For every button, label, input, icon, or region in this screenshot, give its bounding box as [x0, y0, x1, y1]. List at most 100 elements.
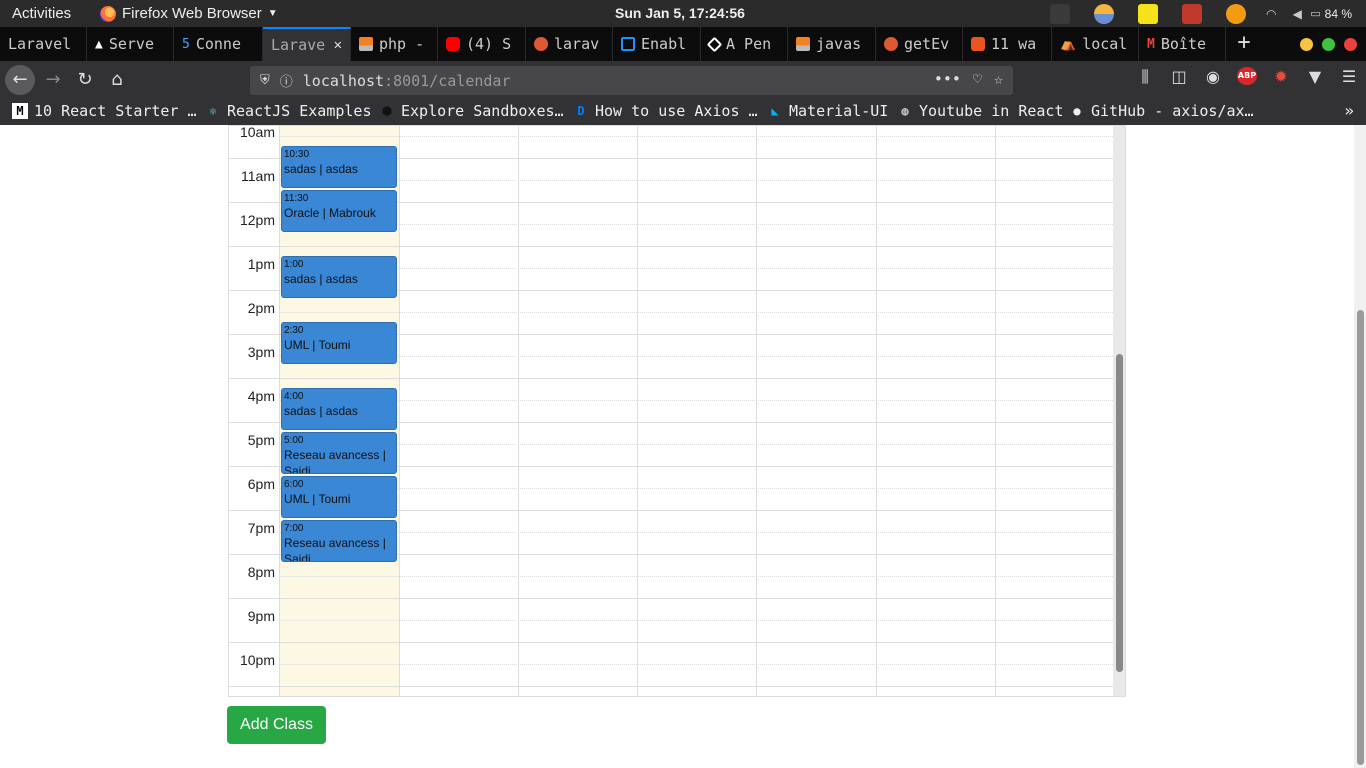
battery-icon[interactable]: ▭: [1310, 7, 1324, 20]
vlc-icon[interactable]: [1226, 3, 1247, 24]
time-slot-label: 9pm: [247, 608, 275, 624]
half-hour-line: [279, 400, 1113, 401]
page-actions-icon[interactable]: •••: [934, 70, 961, 88]
account-icon[interactable]: ◉: [1203, 67, 1223, 87]
tab-javas[interactable]: javas: [788, 27, 876, 61]
tab-youtube[interactable]: (4) S: [438, 27, 526, 61]
bookmark-label: Material-UI: [789, 102, 889, 120]
time-slot-label: 11am: [241, 168, 275, 184]
app-menu-label: Firefox Web Browser: [122, 5, 262, 22]
event-time: 11:30: [284, 193, 309, 204]
event-title: sadas | asdas: [284, 272, 358, 286]
bookmark-explore-sandboxes[interactable]: ⬢ Explore Sandboxes…: [379, 102, 564, 120]
tab-serve[interactable]: ▲ Serve: [87, 27, 174, 61]
tab-a-pen[interactable]: A Pen: [701, 27, 788, 61]
calendar-event[interactable]: 1:00 sadas | asdas: [281, 256, 397, 298]
tab-boite[interactable]: M Boîte: [1139, 27, 1226, 61]
tab-label: 11 wa: [991, 35, 1037, 53]
bookmark-react-starter[interactable]: M 10 React Starter …: [12, 102, 197, 120]
day-column-line: [756, 126, 757, 696]
day-column-line: [995, 126, 996, 696]
event-time: 2:30: [284, 325, 304, 336]
tab-label: Laravel: [8, 35, 72, 53]
laravel-icon: ⛺: [1060, 36, 1077, 52]
calendar-event[interactable]: 6:00 UML | Toumi: [281, 476, 397, 518]
tab-label: Boîte: [1160, 35, 1206, 53]
app-menu[interactable]: Firefox Web Browser ▼: [100, 5, 278, 22]
tab-label: Serve: [108, 35, 154, 53]
time-slot-label: 1pm: [247, 256, 275, 272]
clock[interactable]: Sun Jan 5, 17:24:56: [615, 5, 745, 21]
terminal-icon[interactable]: [1050, 3, 1071, 24]
hour-line: [229, 686, 1113, 687]
notes-icon[interactable]: [1138, 3, 1159, 24]
calendar-event[interactable]: 2:30 UML | Toumi: [281, 322, 397, 364]
volume-icon[interactable]: ◀: [1293, 7, 1302, 21]
bookmark-reactjs-examples[interactable]: ⚛ ReactJS Examples: [205, 102, 371, 120]
pocket-icon[interactable]: ♡: [973, 70, 982, 88]
tab-enabl[interactable]: Enabl: [613, 27, 701, 61]
half-hour-line: [279, 312, 1113, 313]
tab-php[interactable]: php -: [351, 27, 438, 61]
bookmark-label: GitHub - axios/ax…: [1091, 102, 1254, 120]
calendar-event[interactable]: 4:00 sadas | asdas: [281, 388, 397, 430]
calendar-event[interactable]: 11:30 Oracle | Mabrouk: [281, 190, 397, 232]
medium-icon: M: [12, 103, 28, 119]
add-class-button[interactable]: Add Class: [227, 706, 326, 744]
calendar-scrollbar[interactable]: [1113, 126, 1125, 696]
tab-larave-active[interactable]: Larave ✕: [263, 27, 351, 61]
url-path: :8001/calendar: [384, 71, 511, 90]
wifi-icon[interactable]: ◠: [1266, 7, 1276, 21]
half-hour-line: [279, 268, 1113, 269]
hour-line: [229, 378, 1113, 379]
tracking-shield-icon[interactable]: ⛨: [260, 73, 270, 88]
weather-icon[interactable]: [1094, 3, 1115, 24]
extension-icon[interactable]: ✹: [1271, 67, 1291, 87]
digitalocean-icon: D: [577, 104, 585, 118]
calendar-event[interactable]: 5:00 Reseau avancess | Saidi: [281, 432, 397, 474]
site-info-icon[interactable]: ⓘ: [280, 71, 293, 90]
bookmark-github-axios[interactable]: ● GitHub - axios/ax…: [1069, 102, 1254, 120]
hour-line: [229, 246, 1113, 247]
calendar-week-view: 10am 11am 12pm 1pm 2pm 3pm 4pm 5pm 6pm 7pm 8pm 9pm 1…: [228, 125, 1126, 697]
tab-conne[interactable]: 5 Conne: [174, 27, 263, 61]
activities-button[interactable]: Activities: [12, 5, 71, 22]
calendar-scrollbar-thumb[interactable]: [1116, 354, 1123, 672]
calendar-event[interactable]: 10:30 sadas | asdas: [281, 146, 397, 188]
bookmark-youtube-react[interactable]: ◍ Youtube in React: [897, 102, 1063, 120]
half-hour-line: [279, 180, 1113, 181]
maximize-button[interactable]: [1322, 38, 1335, 51]
time-slot-label: 8pm: [247, 564, 275, 580]
reload-button[interactable]: ↻: [70, 65, 100, 95]
page-scrollbar[interactable]: [1354, 125, 1366, 768]
vue-devtools-icon[interactable]: ▼: [1305, 67, 1325, 87]
home-button[interactable]: ⌂: [102, 65, 132, 95]
library-icon[interactable]: ⫼: [1135, 67, 1155, 87]
adblock-icon[interactable]: ABP: [1237, 67, 1257, 85]
new-tab-button[interactable]: +: [1232, 27, 1256, 61]
menu-icon[interactable]: ☰: [1339, 67, 1359, 87]
url-bar[interactable]: ⛨ ⓘ localhost:8001/calendar ••• ♡ ☆: [250, 66, 1013, 95]
page-scrollbar-thumb[interactable]: [1357, 310, 1364, 765]
bookmark-axios[interactable]: D How to use Axios …: [573, 102, 757, 120]
tab-larav[interactable]: larav: [526, 27, 613, 61]
minimize-button[interactable]: [1300, 38, 1313, 51]
tab-label: local: [1082, 35, 1128, 53]
close-tab-icon[interactable]: ✕: [334, 37, 342, 53]
chevron-double-right-icon[interactable]: »: [1344, 101, 1354, 120]
tab-11-wa[interactable]: 11 wa: [963, 27, 1052, 61]
forward-button[interactable]: →: [38, 65, 68, 95]
bookmark-material-ui[interactable]: ◣ Material-UI: [767, 102, 888, 120]
calendar-event[interactable]: 7:00 Reseau avancess | Saidi: [281, 520, 397, 562]
stackoverflow-icon: [359, 37, 373, 51]
bookmark-star-icon[interactable]: ☆: [994, 70, 1003, 88]
close-window-button[interactable]: [1344, 38, 1357, 51]
tab-getev[interactable]: getEv: [876, 27, 963, 61]
filezilla-icon[interactable]: [1182, 3, 1203, 24]
tab-local[interactable]: ⛺ local: [1052, 27, 1139, 61]
back-button[interactable]: ←: [5, 65, 35, 95]
sidebar-icon[interactable]: ◫: [1169, 67, 1189, 87]
time-slot-label: 12pm: [239, 212, 275, 228]
tab-laravel[interactable]: Laravel: [0, 27, 87, 61]
hour-line: [229, 642, 1113, 643]
